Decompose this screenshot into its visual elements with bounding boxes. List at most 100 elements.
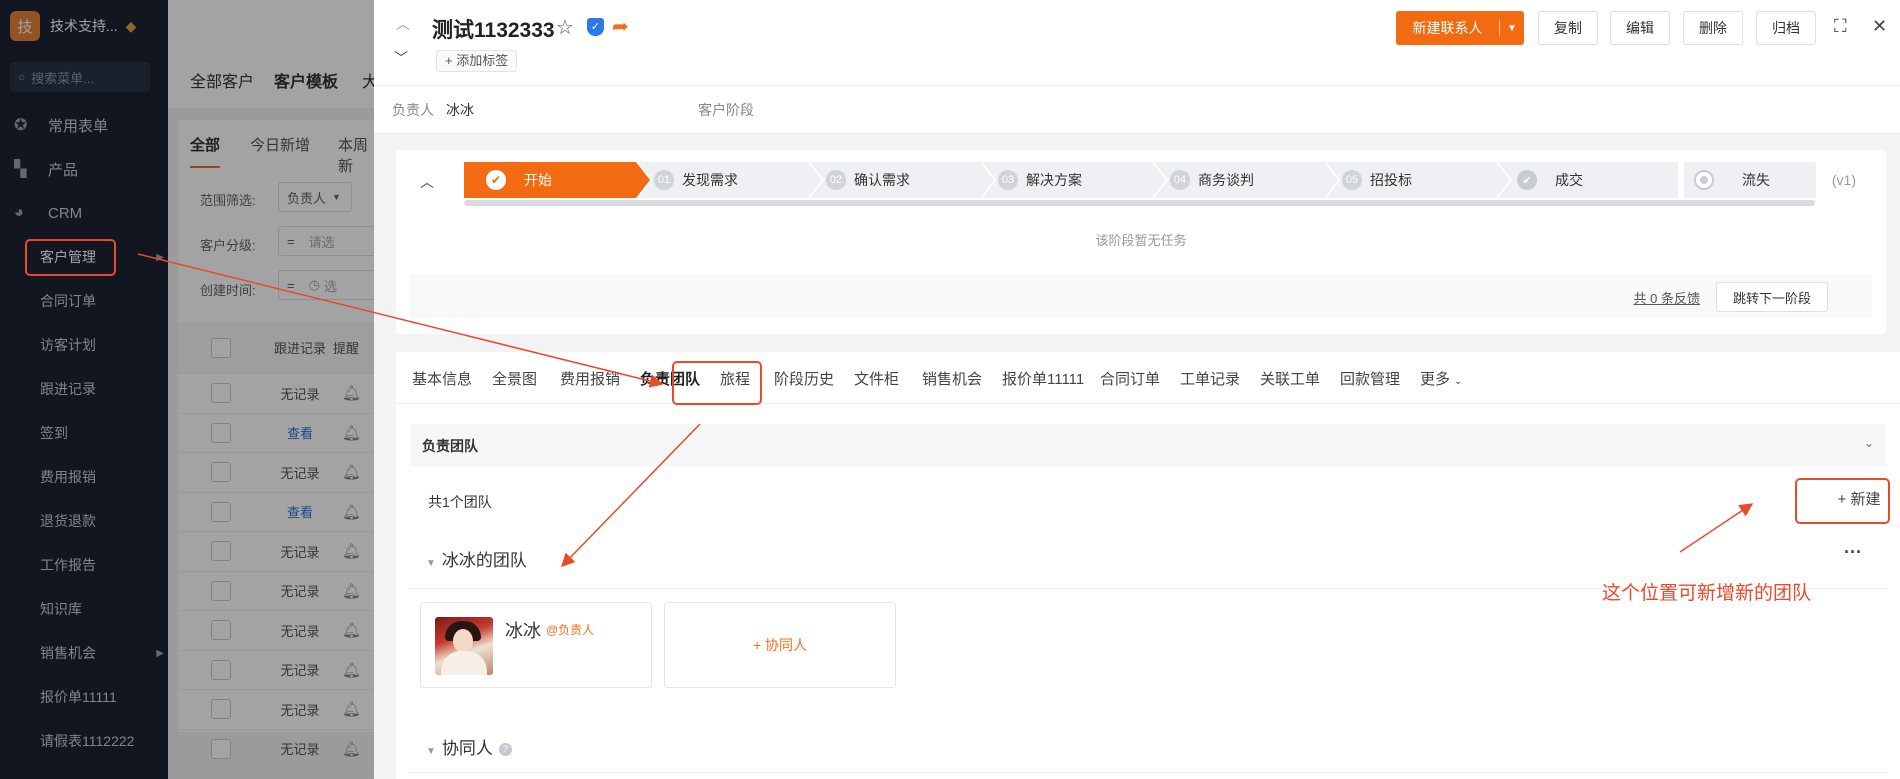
delete-button[interactable]: 删除 xyxy=(1683,11,1743,45)
new-team-button[interactable]: + 新建 xyxy=(1816,478,1900,518)
bell-icon[interactable]: 🔔︎ xyxy=(342,621,361,639)
sidebar-item-returns[interactable]: 退货退款 xyxy=(0,499,168,543)
tab-basic-info[interactable]: 基本信息 xyxy=(412,368,472,389)
stage-lost[interactable]: 流失 xyxy=(1694,162,1770,198)
filter-scope-select[interactable]: 负责人 ▼ xyxy=(278,182,352,212)
add-collaborator-button[interactable]: + 协同人 xyxy=(664,602,896,688)
bell-icon[interactable]: 🔔︎ xyxy=(342,700,361,718)
table-row[interactable]: 无记录 🔔︎ xyxy=(178,532,374,572)
table-row[interactable]: 查看 🔔︎ xyxy=(178,414,374,453)
stage-won[interactable]: ✔ 成交 xyxy=(1517,162,1583,198)
tab-quotes[interactable]: 报价单11111 xyxy=(1002,368,1084,389)
share-icon[interactable]: ➦ xyxy=(612,14,629,39)
new-contact-button[interactable]: 新建联系人 ▼ xyxy=(1396,11,1524,45)
sidebar-group-products[interactable]: ▚ 产品 xyxy=(0,147,168,191)
sidebar-item-customer-management[interactable]: 客户管理 ▶ xyxy=(0,235,168,279)
subtab-today-new[interactable]: 今日新增 xyxy=(250,134,310,155)
star-icon[interactable]: ☆ xyxy=(556,15,574,40)
subtab-this-week[interactable]: 本周新 xyxy=(338,134,374,176)
chevron-up-icon[interactable]: ︿ xyxy=(420,172,434,192)
tab-customer-template[interactable]: 客户模板 xyxy=(274,68,338,92)
bell-icon[interactable]: 🔔︎ xyxy=(342,463,361,481)
sidebar-group-common-forms[interactable]: ✪ 常用表单 xyxy=(0,103,168,147)
chevron-down-icon[interactable]: ⌄ xyxy=(1864,436,1874,450)
view-link[interactable]: 查看 xyxy=(265,423,335,442)
bell-icon[interactable]: 🔔︎ xyxy=(342,542,361,560)
filter-level-select[interactable]: = 请选 xyxy=(278,226,388,256)
tab-journey[interactable]: 旅程 xyxy=(720,368,750,389)
table-row[interactable]: 查看 🔔︎ xyxy=(178,493,374,532)
row-checkbox[interactable] xyxy=(211,738,231,759)
feedback-link[interactable]: 共 0 条反馈 xyxy=(1634,288,1700,307)
table-row[interactable]: 无记录 🔔︎ xyxy=(178,690,374,730)
bell-icon[interactable]: 🔔︎ xyxy=(342,582,361,600)
sidebar-item-knowledge-base[interactable]: 知识库 xyxy=(0,587,168,631)
tab-all-customers[interactable]: 全部客户 xyxy=(190,68,254,92)
row-checkbox[interactable] xyxy=(211,699,231,720)
bell-icon[interactable]: 🔔︎ xyxy=(342,740,361,758)
table-row[interactable]: 无记录 🔔︎ xyxy=(178,730,374,769)
row-checkbox[interactable] xyxy=(211,501,231,522)
sidebar-item-visit-plan[interactable]: 访客计划 xyxy=(0,323,168,367)
sidebar-group-crm[interactable]: ◕ CRM xyxy=(0,191,168,235)
row-checkbox[interactable] xyxy=(211,462,231,483)
row-checkbox[interactable] xyxy=(211,422,231,443)
select-all-checkbox[interactable] xyxy=(211,337,231,358)
bell-icon[interactable]: 🔔︎ xyxy=(342,384,361,402)
table-row[interactable]: 无记录 🔔︎ xyxy=(178,611,374,651)
tab-more[interactable]: 更多 ⌄ xyxy=(1420,368,1462,389)
sidebar-item-contract-orders[interactable]: 合同订单 xyxy=(0,279,168,323)
sidebar-item-sales-opportunities[interactable]: 销售机会 ▶ xyxy=(0,631,168,675)
close-icon[interactable]: ✕ xyxy=(1872,16,1887,37)
tab-responsible-team[interactable]: 负责团队 xyxy=(640,368,700,389)
tab-sales-opportunities[interactable]: 销售机会 xyxy=(922,368,982,389)
stage-start[interactable]: ✔ 开始 xyxy=(486,162,552,198)
tab-expenses[interactable]: 费用报销 xyxy=(560,368,620,389)
row-checkbox[interactable] xyxy=(211,580,231,601)
org-name[interactable]: 技术支持... xyxy=(50,16,118,36)
tab-file-cabinet[interactable]: 文件柜 xyxy=(854,368,899,389)
chevron-down-icon[interactable]: ▼ xyxy=(1500,23,1524,34)
row-checkbox[interactable] xyxy=(211,541,231,562)
table-row[interactable]: 无记录 🔔︎ xyxy=(178,374,374,414)
view-link[interactable]: 查看 xyxy=(265,502,335,521)
stage-04[interactable]: 04 商务谈判 xyxy=(1170,162,1254,198)
bell-icon[interactable]: 🔔︎ xyxy=(342,661,361,679)
chevron-up-icon[interactable]: ︿ xyxy=(396,14,410,34)
collaborators-heading[interactable]: ▼ 协同人? xyxy=(426,734,512,759)
stage-03[interactable]: 03 解决方案 xyxy=(998,162,1082,198)
tab-panorama[interactable]: 全景图 xyxy=(492,368,537,389)
stage-02[interactable]: 02 确认需求 xyxy=(826,162,910,198)
chevron-down-icon[interactable]: ﹀ xyxy=(394,48,408,68)
help-icon[interactable]: ? xyxy=(498,743,512,757)
tab-related-tickets[interactable]: 关联工单 xyxy=(1260,368,1320,389)
next-stage-button[interactable]: 跳转下一阶段 xyxy=(1716,282,1828,312)
tab-stage-history[interactable]: 阶段历史 xyxy=(774,368,834,389)
column-header[interactable]: 跟进记录 xyxy=(265,338,335,357)
section-header-responsible-team[interactable]: 负责团队 ⌄ xyxy=(410,424,1886,466)
sidebar-item-leave-form[interactable]: 请假表1112222 xyxy=(0,719,168,763)
sidebar-item-work-report[interactable]: 工作报告 xyxy=(0,543,168,587)
fullscreen-icon[interactable]: ⛶ xyxy=(1834,16,1847,37)
table-row[interactable]: 无记录 🔔︎ xyxy=(178,572,374,611)
table-row[interactable]: 无记录 🔔︎ xyxy=(178,651,374,690)
menu-search-input[interactable]: ○ 搜索菜单... xyxy=(10,62,150,92)
row-checkbox[interactable] xyxy=(211,659,231,680)
row-checkbox[interactable] xyxy=(211,620,231,641)
row-checkbox[interactable] xyxy=(211,383,231,404)
member-card[interactable]: 冰冰 @负责人 xyxy=(420,602,652,688)
filter-time-select[interactable]: = ◷ 选 xyxy=(278,270,388,300)
team-heading[interactable]: ▼ 冰冰的团队 xyxy=(426,546,527,571)
bell-icon[interactable]: 🔔︎ xyxy=(342,424,361,442)
add-tag-button[interactable]: + 添加标签 xyxy=(436,50,518,72)
sidebar-item-follow-records[interactable]: 跟进记录 xyxy=(0,367,168,411)
edit-button[interactable]: 编辑 xyxy=(1610,11,1670,45)
more-options-icon[interactable]: ··· xyxy=(1844,542,1862,563)
sidebar-item-expenses[interactable]: 费用报销 xyxy=(0,455,168,499)
stage-01[interactable]: 01 发现需求 xyxy=(654,162,738,198)
org-logo[interactable]: 技 xyxy=(10,11,40,41)
column-header[interactable]: 提醒 xyxy=(326,338,366,357)
tab-payment-management[interactable]: 回款管理 xyxy=(1340,368,1400,389)
tab-ticket-records[interactable]: 工单记录 xyxy=(1180,368,1240,389)
subtab-all[interactable]: 全部 xyxy=(190,134,220,155)
